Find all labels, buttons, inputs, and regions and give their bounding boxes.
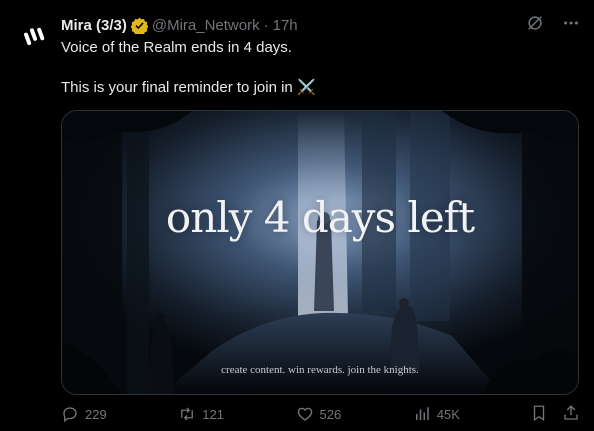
share-icon[interactable] xyxy=(562,404,580,425)
secondary-actions xyxy=(530,404,580,425)
separator-dot: · xyxy=(263,16,269,34)
tweet-line-1: Voice of the Realm ends in 4 days. xyxy=(61,39,292,56)
tweet-text: Voice of the Realm ends in 4 days. This … xyxy=(61,38,580,98)
retweet-count: 121 xyxy=(202,406,224,422)
tweet-actions: 229 121 526 45K xyxy=(61,403,580,425)
verified-badge-icon[interactable] xyxy=(130,17,148,34)
knight-scene-illustration xyxy=(62,111,578,394)
media-headline: only 4 days left xyxy=(165,193,475,242)
author-name[interactable]: Mira (3/3) xyxy=(61,17,127,34)
mira-logo-icon xyxy=(24,27,45,46)
like-button[interactable]: 526 xyxy=(296,405,413,423)
avatar[interactable] xyxy=(14,16,54,56)
more-icon[interactable] xyxy=(562,14,580,36)
media-caption: create content. win rewards. join the kn… xyxy=(221,364,419,376)
timestamp[interactable]: 17h xyxy=(273,17,298,34)
author-handle[interactable]: @Mira_Network xyxy=(152,17,260,34)
bookmark-icon[interactable] xyxy=(530,404,548,425)
retweet-button[interactable]: 121 xyxy=(178,405,295,423)
reply-icon xyxy=(63,407,77,423)
reply-count: 229 xyxy=(85,406,107,422)
grok-icon[interactable] xyxy=(526,14,544,36)
like-count: 526 xyxy=(319,406,342,422)
reply-button[interactable]: 229 xyxy=(61,405,178,423)
swords-emoji: ⚔️ xyxy=(296,79,316,96)
like-icon xyxy=(297,407,312,421)
views-count: 45K xyxy=(436,406,460,422)
views-icon xyxy=(415,407,429,420)
tweet-header: Mira (3/3) @Mira_Network · 17h xyxy=(61,15,580,35)
tweet-line-2-text: This is your final reminder to join in xyxy=(61,79,293,96)
tweet-line-2: This is your final reminder to join in ⚔… xyxy=(61,78,580,98)
retweet-icon xyxy=(181,407,194,421)
tweet-media-image[interactable]: only 4 days left create content. win rew… xyxy=(61,110,579,395)
views-button[interactable]: 45K xyxy=(413,405,530,423)
